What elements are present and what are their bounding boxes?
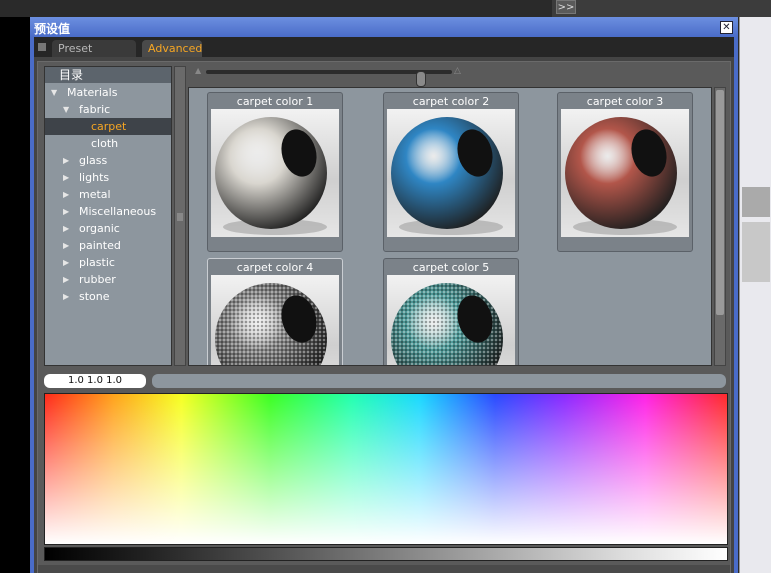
material-sphere-icon [565, 117, 677, 235]
preset-thumbnail[interactable] [387, 109, 515, 237]
tree-item-label: lights [79, 171, 110, 184]
tree-item[interactable]: ▶ plastic [45, 254, 171, 271]
tree-item-label: fabric [79, 103, 111, 116]
grayscale-ramp[interactable] [44, 547, 728, 561]
preset-thumbnail[interactable] [211, 109, 339, 237]
expand-down-icon[interactable]: ▼ [51, 84, 57, 101]
tree-item[interactable]: ▼ Materials [45, 84, 171, 101]
tree-item-label: glass [79, 154, 108, 167]
preset-card[interactable]: carpet color 4 [207, 258, 343, 365]
tree-item[interactable]: ▶ glass [45, 152, 171, 169]
tree-item-label: Materials [67, 86, 118, 99]
color-spectrum[interactable] [44, 393, 728, 545]
expand-down-icon[interactable]: ▼ [63, 101, 69, 118]
expand-right-icon[interactable]: ▶ [63, 271, 69, 288]
preset-label: carpet color 3 [586, 95, 664, 108]
expand-right-icon[interactable]: ▶ [63, 203, 69, 220]
preset-window: 预设值 ✕ Preset Browser Advanced 目录 ▼ Materi… [30, 17, 738, 573]
tree-item[interactable]: ▶ stone [45, 288, 171, 305]
slider-min-icon: ▲ [195, 66, 202, 75]
material-sphere-icon [391, 283, 503, 365]
expand-right-icon[interactable]: ▶ [63, 237, 69, 254]
preset-thumbnail[interactable] [387, 275, 515, 365]
material-sphere-icon [215, 283, 327, 365]
advanced-panel: 目录 ▼ Materials ▼ fabric carpet cloth ▶ glass ▶ li… [37, 61, 731, 573]
tab-bar: Preset Browser Advanced [34, 37, 734, 72]
tree-item[interactable]: ▶ rubber [45, 271, 171, 288]
tree-item-label: rubber [79, 273, 116, 286]
expand-right-icon[interactable]: ▶ [63, 254, 69, 271]
material-sphere-icon [391, 117, 503, 235]
preset-grid-scrollbar[interactable] [714, 87, 726, 366]
tree-item-label: organic [79, 222, 120, 235]
color-swatch-bar[interactable] [152, 374, 726, 388]
tree-item-label: plastic [79, 256, 115, 269]
tree-item[interactable]: ▶ Miscellaneous [45, 203, 171, 220]
background-widget [742, 222, 770, 282]
slider-thumb[interactable] [416, 71, 426, 87]
scrollbar-thumb[interactable] [716, 90, 724, 315]
expand-button[interactable]: >> [556, 0, 576, 14]
right-background-panel [739, 17, 771, 573]
tree-item[interactable]: carpet [45, 118, 171, 135]
tree-splitter[interactable] [174, 66, 186, 366]
background-widget [742, 187, 770, 217]
preset-label: carpet color 4 [236, 261, 314, 274]
toolbar-area [0, 0, 552, 17]
slider-max-icon: △ [454, 66, 461, 76]
close-button[interactable]: ✕ [720, 21, 733, 34]
directory-tree: 目录 ▼ Materials ▼ fabric carpet cloth ▶ glass ▶ li… [44, 66, 172, 366]
tree-item-label: stone [79, 290, 110, 303]
tree-item-label: cloth [91, 137, 119, 150]
status-strip [38, 565, 730, 573]
tree-item-label: carpet [91, 120, 127, 133]
preset-label: carpet color 1 [236, 95, 314, 108]
tree-item[interactable]: ▶ metal [45, 186, 171, 203]
material-sphere-icon [215, 117, 327, 235]
splitter-grip-icon[interactable] [177, 213, 183, 221]
preset-grid: carpet color 1 carpet color 2 carpet col… [188, 87, 712, 366]
preset-thumbnail[interactable] [561, 109, 689, 237]
expand-right-icon[interactable]: ▶ [63, 169, 69, 186]
title-bar[interactable]: 预设值 ✕ [30, 17, 738, 37]
expand-right-icon[interactable]: ▶ [63, 186, 69, 203]
preset-thumbnail[interactable] [211, 275, 339, 365]
tree-item[interactable]: ▶ organic [45, 220, 171, 237]
expand-right-icon[interactable]: ▶ [63, 152, 69, 169]
top-toolbar: >> [0, 0, 771, 17]
tree-item[interactable]: ▶ painted [45, 237, 171, 254]
preset-label: carpet color 5 [412, 261, 490, 274]
left-background-panel [0, 17, 30, 573]
window-title: 预设值 [34, 22, 71, 36]
tree-item-label: metal [79, 188, 111, 201]
tree-item[interactable]: ▶ lights [45, 169, 171, 186]
expand-right-icon[interactable]: ▶ [63, 288, 69, 305]
preset-card[interactable]: carpet color 5 [383, 258, 519, 365]
panel-menu-icon[interactable] [38, 43, 46, 51]
preset-card[interactable]: carpet color 3 [557, 92, 693, 252]
preset-card[interactable]: carpet color 1 [207, 92, 343, 252]
tree-item[interactable]: cloth [45, 135, 171, 152]
tree-item[interactable]: ▼ fabric [45, 101, 171, 118]
thumbnail-size-slider[interactable] [206, 70, 452, 87]
rgb-value-field[interactable]: 1.0 1.0 1.0 [44, 374, 146, 388]
expand-right-icon[interactable]: ▶ [63, 220, 69, 237]
tab-advanced[interactable]: Advanced [142, 40, 202, 57]
tab-preset-browser[interactable]: Preset Browser [52, 40, 136, 72]
preset-card[interactable]: carpet color 2 [383, 92, 519, 252]
preset-label: carpet color 2 [412, 95, 490, 108]
tree-header: 目录 [45, 67, 171, 83]
tree-item-label: painted [79, 239, 121, 252]
window-client: Preset Browser Advanced 目录 ▼ Materials ▼ fa… [34, 37, 734, 573]
tree-item-label: Miscellaneous [79, 205, 157, 218]
